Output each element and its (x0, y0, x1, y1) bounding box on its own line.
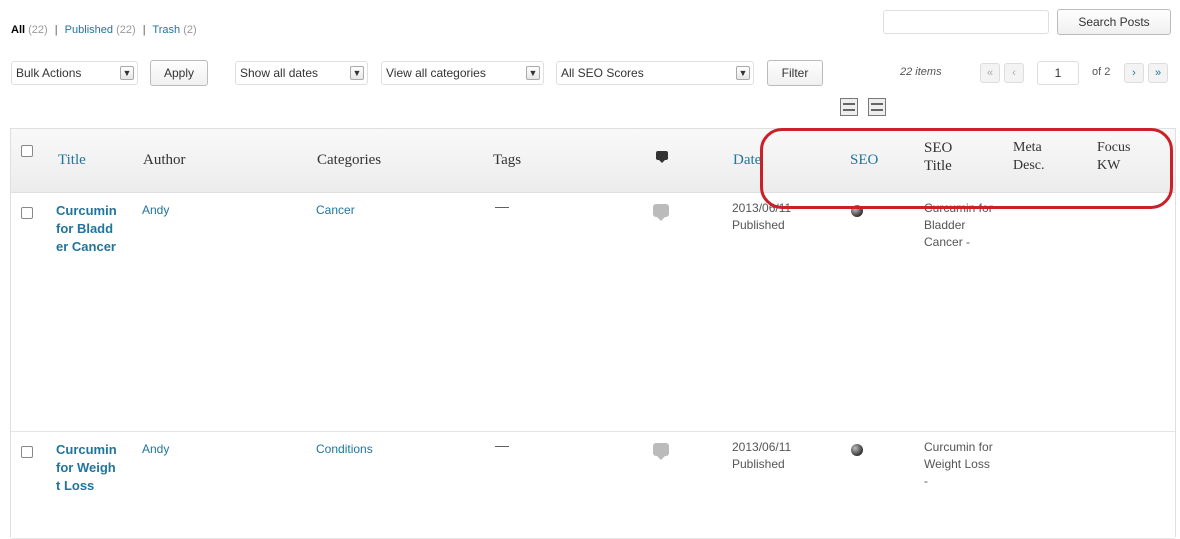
chevron-down-icon: ▼ (120, 66, 134, 80)
search-posts-button[interactable]: Search Posts (1057, 9, 1171, 35)
meta-desc-header-line: Meta (1013, 140, 1042, 155)
total-pages: of 2 (1092, 66, 1111, 78)
first-page-button[interactable]: « (980, 63, 1000, 83)
next-page-button[interactable]: › (1124, 63, 1144, 83)
post-date: 2013/06/11 Published (732, 439, 791, 473)
table-row: Curcumin for Bladder Cancer Andy Cancer … (11, 193, 1175, 432)
excerpt-view-icon[interactable] (868, 98, 886, 116)
bulk-actions-label: Bulk Actions (16, 66, 82, 80)
bulk-actions-select[interactable]: Bulk Actions ▼ (11, 61, 138, 85)
seo-title-header-line: SEO (924, 140, 953, 156)
comment-icon[interactable] (653, 443, 669, 460)
categories-filter-select[interactable]: View all categories ▼ (381, 61, 544, 85)
categories-column-header: Categories (317, 152, 382, 168)
author-column-header: Author (143, 152, 186, 168)
post-tags: — (495, 198, 509, 214)
search-input[interactable] (883, 10, 1049, 34)
seo-score-filter-label: All SEO Scores (561, 66, 644, 80)
filter-button[interactable]: Filter (767, 60, 823, 86)
post-date-value: 2013/06/11 (732, 440, 792, 454)
focus-kw-header-line: KW (1097, 158, 1121, 173)
status-published-count: (22) (116, 24, 136, 36)
post-author[interactable]: Andy (142, 441, 169, 458)
apply-button[interactable]: Apply (150, 60, 208, 86)
focus-kw-header-line: Focus (1097, 140, 1131, 155)
post-status: Published (732, 218, 785, 232)
seo-score-icon (851, 205, 863, 217)
categories-filter-label: View all categories (386, 66, 486, 80)
seo-title-value: Curcumin for Bladder Cancer - (924, 201, 993, 249)
current-page-input[interactable]: 1 (1037, 61, 1079, 85)
dates-filter-label: Show all dates (240, 66, 319, 80)
seo-title-header-line: Title (924, 158, 952, 174)
date-column-header[interactable]: Date (733, 151, 761, 169)
table-row: Curcumin for Weight Loss Andy Conditions… (11, 432, 1175, 539)
post-date: 2013/06/11 Published (732, 200, 791, 234)
post-category[interactable]: Conditions (316, 441, 373, 458)
meta-desc-header-line: Desc. (1013, 158, 1045, 173)
post-date-value: 2013/06/11 (732, 201, 792, 215)
seo-score-icon (851, 444, 863, 456)
post-status: Published (732, 457, 785, 471)
status-published-link[interactable]: Published (65, 24, 113, 36)
status-trash-count: (2) (183, 24, 197, 36)
chevron-down-icon: ▼ (350, 66, 364, 80)
status-all-count: (22) (28, 24, 48, 36)
post-author[interactable]: Andy (142, 202, 169, 219)
seo-column-header[interactable]: SEO (850, 151, 878, 169)
last-page-button[interactable]: » (1148, 63, 1168, 83)
comment-icon[interactable] (653, 204, 669, 221)
chevron-down-icon: ▼ (526, 66, 540, 80)
items-count: 22 items (900, 66, 942, 78)
seo-title-column-header: SEO Title (924, 139, 952, 175)
status-all-link[interactable]: All (11, 24, 25, 36)
separator: | (54, 24, 58, 36)
separator: | (142, 24, 146, 36)
title-column-header[interactable]: Title (58, 151, 86, 169)
post-title-link[interactable]: Curcumin for Weight Loss (56, 441, 118, 495)
seo-score-filter-select[interactable]: All SEO Scores ▼ (556, 61, 754, 85)
comment-icon[interactable] (656, 151, 668, 163)
status-trash-link[interactable]: Trash (152, 24, 180, 36)
tags-column-header: Tags (493, 152, 522, 168)
post-tags: — (495, 437, 509, 453)
meta-desc-column-header: Meta Desc. (1013, 139, 1045, 175)
dates-filter-select[interactable]: Show all dates ▼ (235, 61, 368, 85)
focus-kw-column-header: Focus KW (1097, 139, 1130, 175)
prev-page-button[interactable]: ‹ (1004, 63, 1024, 83)
post-category[interactable]: Cancer (316, 202, 355, 219)
posts-table: Title Author Categories Tags Date SEO SE… (10, 128, 1176, 539)
seo-title-value: Curcumin for Weight Loss - (924, 440, 993, 488)
row-checkbox[interactable] (21, 446, 33, 458)
chevron-down-icon: ▼ (736, 66, 750, 80)
table-header: Title Author Categories Tags Date SEO SE… (11, 129, 1175, 193)
select-all-checkbox[interactable] (21, 145, 33, 157)
list-view-icon[interactable] (840, 98, 858, 116)
row-checkbox[interactable] (21, 207, 33, 219)
post-title-link[interactable]: Curcumin for Bladder Cancer (56, 202, 118, 256)
status-links: All (22) | Published (22) | Trash (2) (11, 24, 197, 36)
